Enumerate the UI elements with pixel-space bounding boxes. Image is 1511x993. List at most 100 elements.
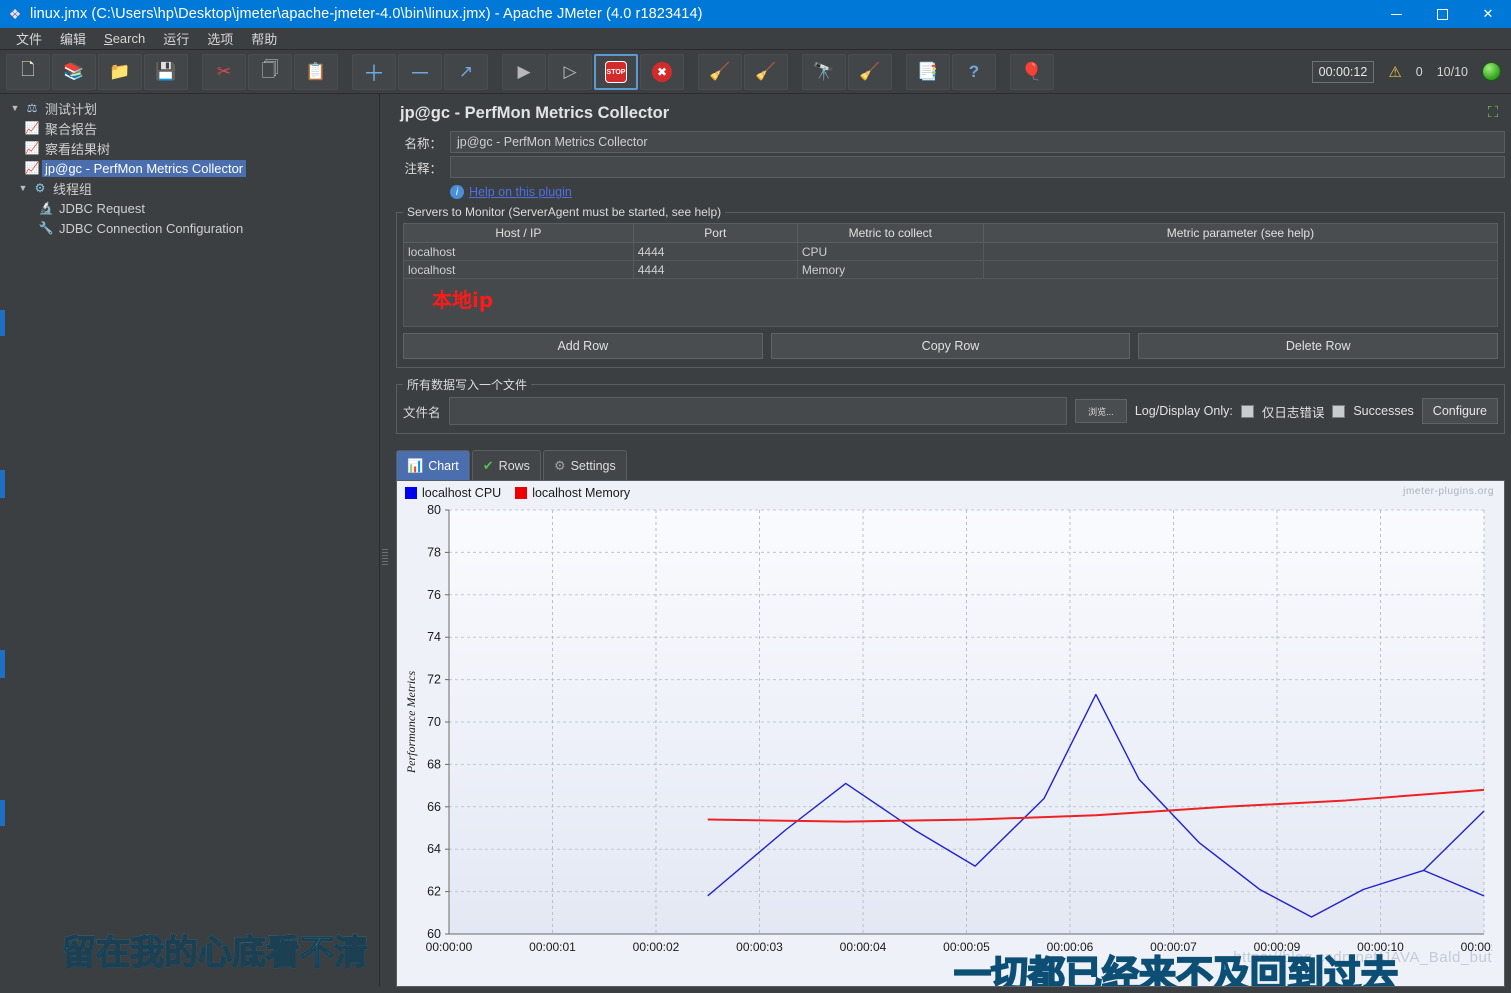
expand-panel-icon[interactable]: ⛶: [1483, 102, 1503, 122]
reset-search-button[interactable]: 🧹: [848, 53, 892, 90]
log-display-only-label: Log/Display Only:: [1134, 404, 1233, 418]
tab-label: Chart: [428, 458, 459, 473]
tree-item-test-plan[interactable]: ▼ ⚖ 测试计划: [0, 98, 379, 118]
tab-label: Rows: [498, 458, 530, 473]
tree-item-view-results-tree[interactable]: 📈 察看结果树: [0, 138, 379, 158]
configure-button[interactable]: Configure: [1421, 398, 1498, 424]
cell-port[interactable]: 4444: [632, 242, 798, 261]
servers-table[interactable]: Host / IP Port Metric to collect Metric …: [403, 223, 1499, 279]
clear-all-button[interactable]: 🧹: [744, 53, 788, 90]
legend-label-memory: localhost Memory: [532, 486, 631, 500]
copy-button[interactable]: 🗍: [248, 53, 292, 90]
svg-text:62: 62: [427, 885, 441, 899]
elapsed-timer: 00:00:12: [1311, 60, 1375, 83]
minimize-button[interactable]: [1373, 0, 1419, 28]
tree-item-label: JDBC Connection Configuration: [59, 220, 244, 236]
svg-text:72: 72: [427, 673, 441, 687]
function-helper-button[interactable]: 📑: [906, 53, 950, 90]
page-title: jp@gc - PerfMon Metrics Collector: [400, 104, 670, 122]
tree-item-jdbc-connection-configuration[interactable]: 🔧 JDBC Connection Configuration: [0, 218, 379, 238]
menu-edit[interactable]: 编辑: [52, 27, 94, 50]
successes-checkbox[interactable]: [1332, 404, 1346, 418]
table-row[interactable]: localhost 4444 Memory: [403, 260, 1499, 279]
tab-settings[interactable]: ⚙ Settings: [542, 450, 627, 480]
help-on-this-plugin-link[interactable]: Help on this plugin: [469, 185, 572, 199]
copy-row-button[interactable]: Copy Row: [770, 333, 1131, 359]
table-row[interactable]: localhost 4444 CPU: [403, 242, 1499, 261]
lyric-overlay-bottom: 一切都已经来不及回到过去: [953, 952, 1399, 987]
check-icon: ✔: [482, 457, 494, 473]
open-button[interactable]: 📁: [98, 53, 142, 90]
paste-button[interactable]: 📋: [294, 53, 338, 90]
table-header-row: Host / IP Port Metric to collect Metric …: [403, 223, 1499, 243]
name-input[interactable]: jp@gc - PerfMon Metrics Collector: [450, 131, 1505, 153]
new-button[interactable]: 🗋: [6, 53, 50, 90]
toggle-button[interactable]: ↗: [444, 53, 488, 90]
perfmon-chart[interactable]: localhost CPU localhost Memory jmeter-pl…: [396, 480, 1505, 987]
tab-rows[interactable]: ✔ Rows: [471, 450, 541, 480]
shutdown-button[interactable]: ✖: [640, 53, 684, 90]
browse-button[interactable]: 浏览...: [1074, 399, 1127, 423]
cell-param[interactable]: [982, 260, 1499, 279]
clear-button[interactable]: 🧹: [698, 53, 742, 90]
cut-button[interactable]: ✂: [202, 53, 246, 90]
expand-all-button[interactable]: ＋: [352, 53, 396, 90]
add-row-button[interactable]: Add Row: [403, 333, 763, 359]
tree-item-thread-group[interactable]: ▼ ⚙ 线程组: [0, 178, 379, 198]
maximize-button[interactable]: [1419, 0, 1465, 28]
filename-input[interactable]: [448, 397, 1067, 425]
menu-options[interactable]: 选项: [199, 27, 241, 50]
cell-metric[interactable]: Memory: [796, 260, 984, 279]
menu-file[interactable]: 文件: [8, 27, 50, 50]
svg-text:66: 66: [427, 800, 441, 814]
menu-run[interactable]: 运行: [155, 27, 197, 50]
servers-group-legend: Servers to Monitor (ServerAgent must be …: [407, 205, 722, 219]
file-group-legend: 所有数据写入一个文件: [407, 378, 528, 392]
help-icon[interactable]: ?: [952, 53, 996, 90]
templates-button[interactable]: 📚: [52, 53, 96, 90]
start-button[interactable]: ▶: [502, 53, 546, 90]
filename-label: 文件名: [403, 405, 441, 420]
legend-item-memory[interactable]: localhost Memory: [515, 486, 630, 500]
cell-param[interactable]: [982, 242, 1499, 261]
legend-swatch-cpu: [405, 487, 417, 499]
cell-metric[interactable]: CPU: [796, 242, 984, 261]
cell-host[interactable]: localhost: [403, 260, 634, 279]
svg-text:00:00:01: 00:00:01: [529, 940, 576, 954]
menu-search[interactable]: Search: [96, 29, 153, 48]
delete-row-button[interactable]: Delete Row: [1138, 333, 1499, 359]
close-button[interactable]: ✕: [1465, 0, 1511, 28]
search-icon[interactable]: 🔭: [802, 53, 846, 90]
jmeter-feather-icon: ❖: [8, 5, 22, 22]
tree-item-perfmon-metrics-collector[interactable]: 📈 jp@gc - PerfMon Metrics Collector: [0, 158, 379, 178]
collapse-all-button[interactable]: －: [398, 53, 442, 90]
toolbar-status-area: 00:00:12 ⚠ 0 10/10: [1311, 60, 1501, 83]
tab-label: Settings: [570, 458, 616, 473]
info-icon: i: [450, 185, 464, 199]
undo-redo-button[interactable]: 🎈: [1010, 53, 1054, 90]
cell-host[interactable]: localhost: [403, 242, 634, 261]
pane-splitter[interactable]: [380, 94, 390, 987]
tree-item-aggregate-report[interactable]: 📈 聚合报告: [0, 118, 379, 138]
start-no-timers-button[interactable]: ▷: [548, 53, 592, 90]
comment-input[interactable]: [450, 156, 1505, 178]
name-field-row: 名称： jp@gc - PerfMon Metrics Collector: [396, 131, 1505, 153]
svg-text:68: 68: [427, 757, 441, 771]
warning-triangle-icon[interactable]: ⚠: [1388, 63, 1401, 81]
chevron-down-icon[interactable]: ▼: [16, 183, 30, 193]
write-all-data-group: 所有数据写入一个文件 文件名 浏览... Log/Display Only: 仅…: [396, 376, 1505, 434]
chevron-down-icon[interactable]: ▼: [8, 103, 22, 113]
save-button[interactable]: 💾: [144, 53, 188, 90]
tree-item-jdbc-request[interactable]: 🔬 JDBC Request: [0, 198, 379, 218]
stop-button[interactable]: STOP: [594, 53, 638, 90]
legend-item-cpu[interactable]: localhost CPU: [405, 486, 501, 500]
menu-help[interactable]: 帮助: [243, 27, 285, 50]
errors-checkbox[interactable]: [1240, 404, 1254, 418]
cell-port[interactable]: 4444: [632, 260, 798, 279]
splitter-grip[interactable]: [382, 549, 388, 567]
test-plan-tree[interactable]: ▼ ⚖ 测试计划 📈 聚合报告 📈 察看结果树 📈 jp@gc - PerfMo…: [0, 94, 380, 987]
tab-chart[interactable]: 📊 Chart: [396, 450, 470, 480]
tree-item-label: 线程组: [53, 181, 93, 197]
warning-count: 0: [1415, 64, 1423, 79]
svg-text:00:00:03: 00:00:03: [736, 940, 783, 954]
